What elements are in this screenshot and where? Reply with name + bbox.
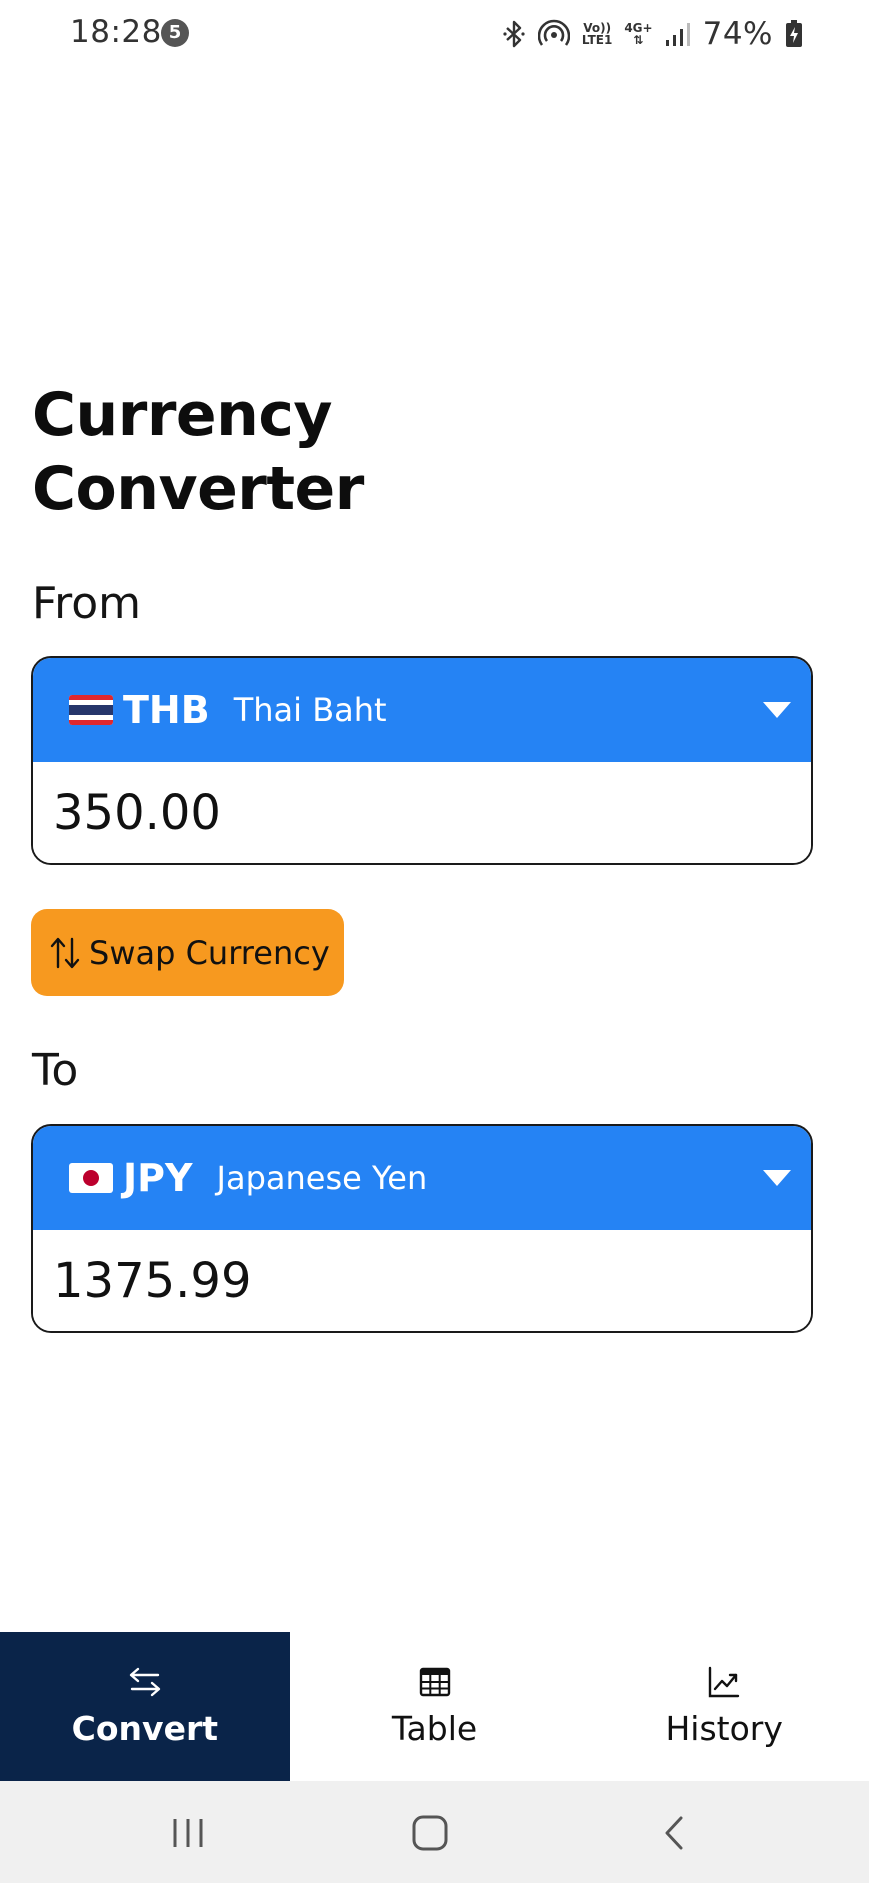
chevron-down-icon: [763, 1170, 791, 1186]
bluetooth-icon: [502, 19, 526, 49]
tab-table-label: Table: [391, 1709, 478, 1748]
data-arrows-icon: ⇅: [633, 33, 644, 47]
data-type-indicator: 4G+ ⇅: [624, 21, 653, 47]
back-arrow-icon: [665, 1816, 683, 1850]
to-currency-card: JPY Japanese Yen: [31, 1124, 813, 1333]
table-grid-icon: [419, 1667, 450, 1697]
swap-horizontal-arrows-icon: [129, 1667, 161, 1697]
swap-currency-label: Swap Currency: [89, 933, 330, 972]
tab-convert[interactable]: Convert: [0, 1632, 290, 1781]
to-currency-select[interactable]: JPY Japanese Yen: [33, 1126, 811, 1230]
home-icon: [412, 1815, 448, 1851]
tab-history[interactable]: History: [579, 1632, 869, 1781]
from-currency-name: Thai Baht: [233, 691, 387, 729]
volte-indicator: Vo)) LTE1: [581, 21, 613, 47]
status-icons: Vo)) LTE1 4G+ ⇅ 74%: [502, 14, 803, 54]
to-currency-name: Japanese Yen: [216, 1159, 428, 1197]
from-amount-input[interactable]: [33, 762, 811, 863]
from-currency-card: THB Thai Baht: [31, 656, 813, 865]
from-currency-code: THB: [123, 688, 210, 732]
tab-table[interactable]: Table: [290, 1632, 580, 1781]
from-currency-select[interactable]: THB Thai Baht: [33, 658, 811, 762]
tab-convert-label: Convert: [71, 1709, 218, 1748]
status-bar: 18:28 5 Vo)) LTE1 4G+ ⇅ 74%: [0, 0, 869, 66]
bottom-navigation: Convert Table History: [0, 1632, 869, 1781]
recent-apps-icon: [173, 1819, 203, 1847]
tab-history-label: History: [665, 1709, 783, 1748]
to-amount-input[interactable]: [33, 1230, 811, 1331]
hotspot-icon: [537, 19, 570, 49]
swap-currency-button[interactable]: Swap Currency: [31, 909, 344, 996]
home-button[interactable]: [390, 1803, 470, 1863]
japan-flag-icon: [69, 1163, 113, 1193]
status-time: 18:28: [70, 14, 162, 50]
trend-chart-icon: [708, 1666, 740, 1698]
signal-strength-icon: [665, 21, 691, 47]
recent-apps-button[interactable]: [148, 1803, 228, 1863]
from-label: From: [32, 578, 142, 629]
swap-vertical-arrows-icon: [49, 935, 81, 971]
battery-charging-icon: [785, 20, 803, 48]
to-label: To: [32, 1045, 79, 1096]
back-button[interactable]: [634, 1803, 714, 1863]
chevron-down-icon: [763, 702, 791, 718]
system-navigation-bar: [0, 1781, 869, 1883]
notification-badge: 5: [161, 19, 189, 47]
page-title: Currency Converter: [32, 380, 364, 524]
thailand-flag-icon: [69, 695, 113, 725]
battery-percentage: 74%: [702, 16, 773, 52]
to-currency-code: JPY: [123, 1156, 193, 1200]
